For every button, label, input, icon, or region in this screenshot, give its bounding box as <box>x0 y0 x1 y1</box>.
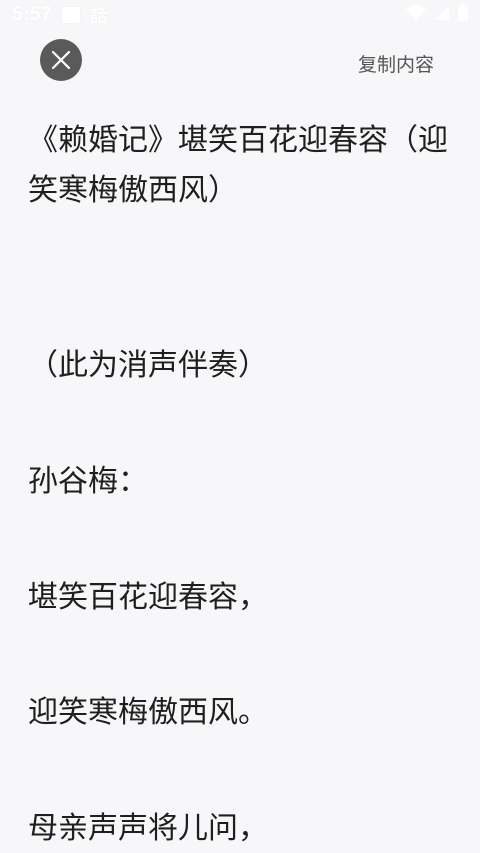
lyric-line: （此为消声伴奏） <box>28 348 268 383</box>
lyrics-screen: 5:57 話 复制内容 《赖婚记》堪笑百花迎春容（迎笑寒梅傲西风） （此为消声伴… <box>0 0 480 853</box>
signal-icon <box>434 4 450 26</box>
battery-icon <box>458 4 468 26</box>
lyric-line: 孙谷梅： <box>28 464 148 499</box>
notification-icon <box>62 7 81 23</box>
lyric-line: 迎笑寒梅傲西风。 <box>28 695 268 730</box>
top-bar: 复制内容 <box>0 38 480 84</box>
lyric-line: 堪笑百花迎春容， <box>28 580 268 615</box>
wifi-icon <box>406 4 426 26</box>
status-app-icon: 話 <box>90 6 109 27</box>
status-right <box>406 4 468 26</box>
close-button[interactable] <box>40 39 82 81</box>
lyrics-content: 《赖婚记》堪笑百花迎春容（迎笑寒梅傲西风） （此为消声伴奏） 孙谷梅： 堪笑百花… <box>28 116 450 846</box>
copy-content-button[interactable]: 复制内容 <box>358 50 434 77</box>
close-icon <box>51 50 71 70</box>
lyric-line: 母亲声声将儿问， <box>28 811 268 846</box>
status-time: 5:57 <box>12 4 53 25</box>
status-bar: 5:57 話 <box>0 0 480 30</box>
status-left: 5:57 話 <box>12 2 108 28</box>
song-title: 《赖婚记》堪笑百花迎春容（迎笑寒梅傲西风） <box>28 123 448 208</box>
